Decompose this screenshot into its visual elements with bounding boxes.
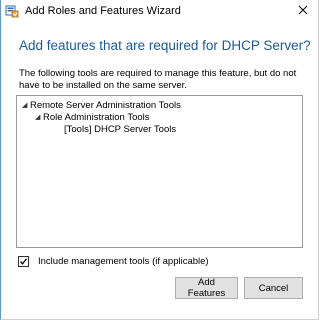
expanded-triangle-icon[interactable]: ◢: [35, 112, 43, 124]
server-manager-icon: [5, 4, 19, 18]
tree-item-dhcp-server-tools[interactable]: [Tools] DHCP Server Tools: [64, 124, 176, 136]
close-button[interactable]: [294, 2, 312, 20]
cancel-button[interactable]: Cancel: [244, 277, 303, 299]
window-title: Add Roles and Features Wizard: [25, 5, 181, 17]
tree-item-remote-server-administration-tools[interactable]: ◢ Remote Server Administration Tools: [22, 100, 181, 112]
dialog-heading: Add features that are required for DHCP …: [19, 38, 311, 53]
title-bar[interactable]: Add Roles and Features Wizard: [1, 0, 318, 22]
tree-item-role-administration-tools[interactable]: ◢ Role Administration Tools: [35, 112, 150, 124]
checkbox-label: Include management tools (if applicable): [38, 256, 209, 267]
include-management-tools-checkbox[interactable]: [18, 256, 29, 267]
tree-item-label: Role Administration Tools: [43, 112, 150, 123]
tree-item-label: [Tools] DHCP Server Tools: [64, 124, 177, 135]
dialog-description: The following tools are required to mana…: [19, 68, 297, 91]
expanded-triangle-icon[interactable]: ◢: [22, 100, 30, 112]
tree-item-label: Remote Server Administration Tools: [30, 100, 181, 111]
close-icon: [298, 2, 308, 20]
wizard-dialog: Add Roles and Features Wizard Add featur…: [0, 0, 319, 320]
add-features-button[interactable]: Add Features: [175, 277, 238, 299]
feature-tree[interactable]: ◢ Remote Server Administration Tools ◢ Rol…: [16, 95, 303, 248]
checkmark-icon: [20, 258, 28, 265]
